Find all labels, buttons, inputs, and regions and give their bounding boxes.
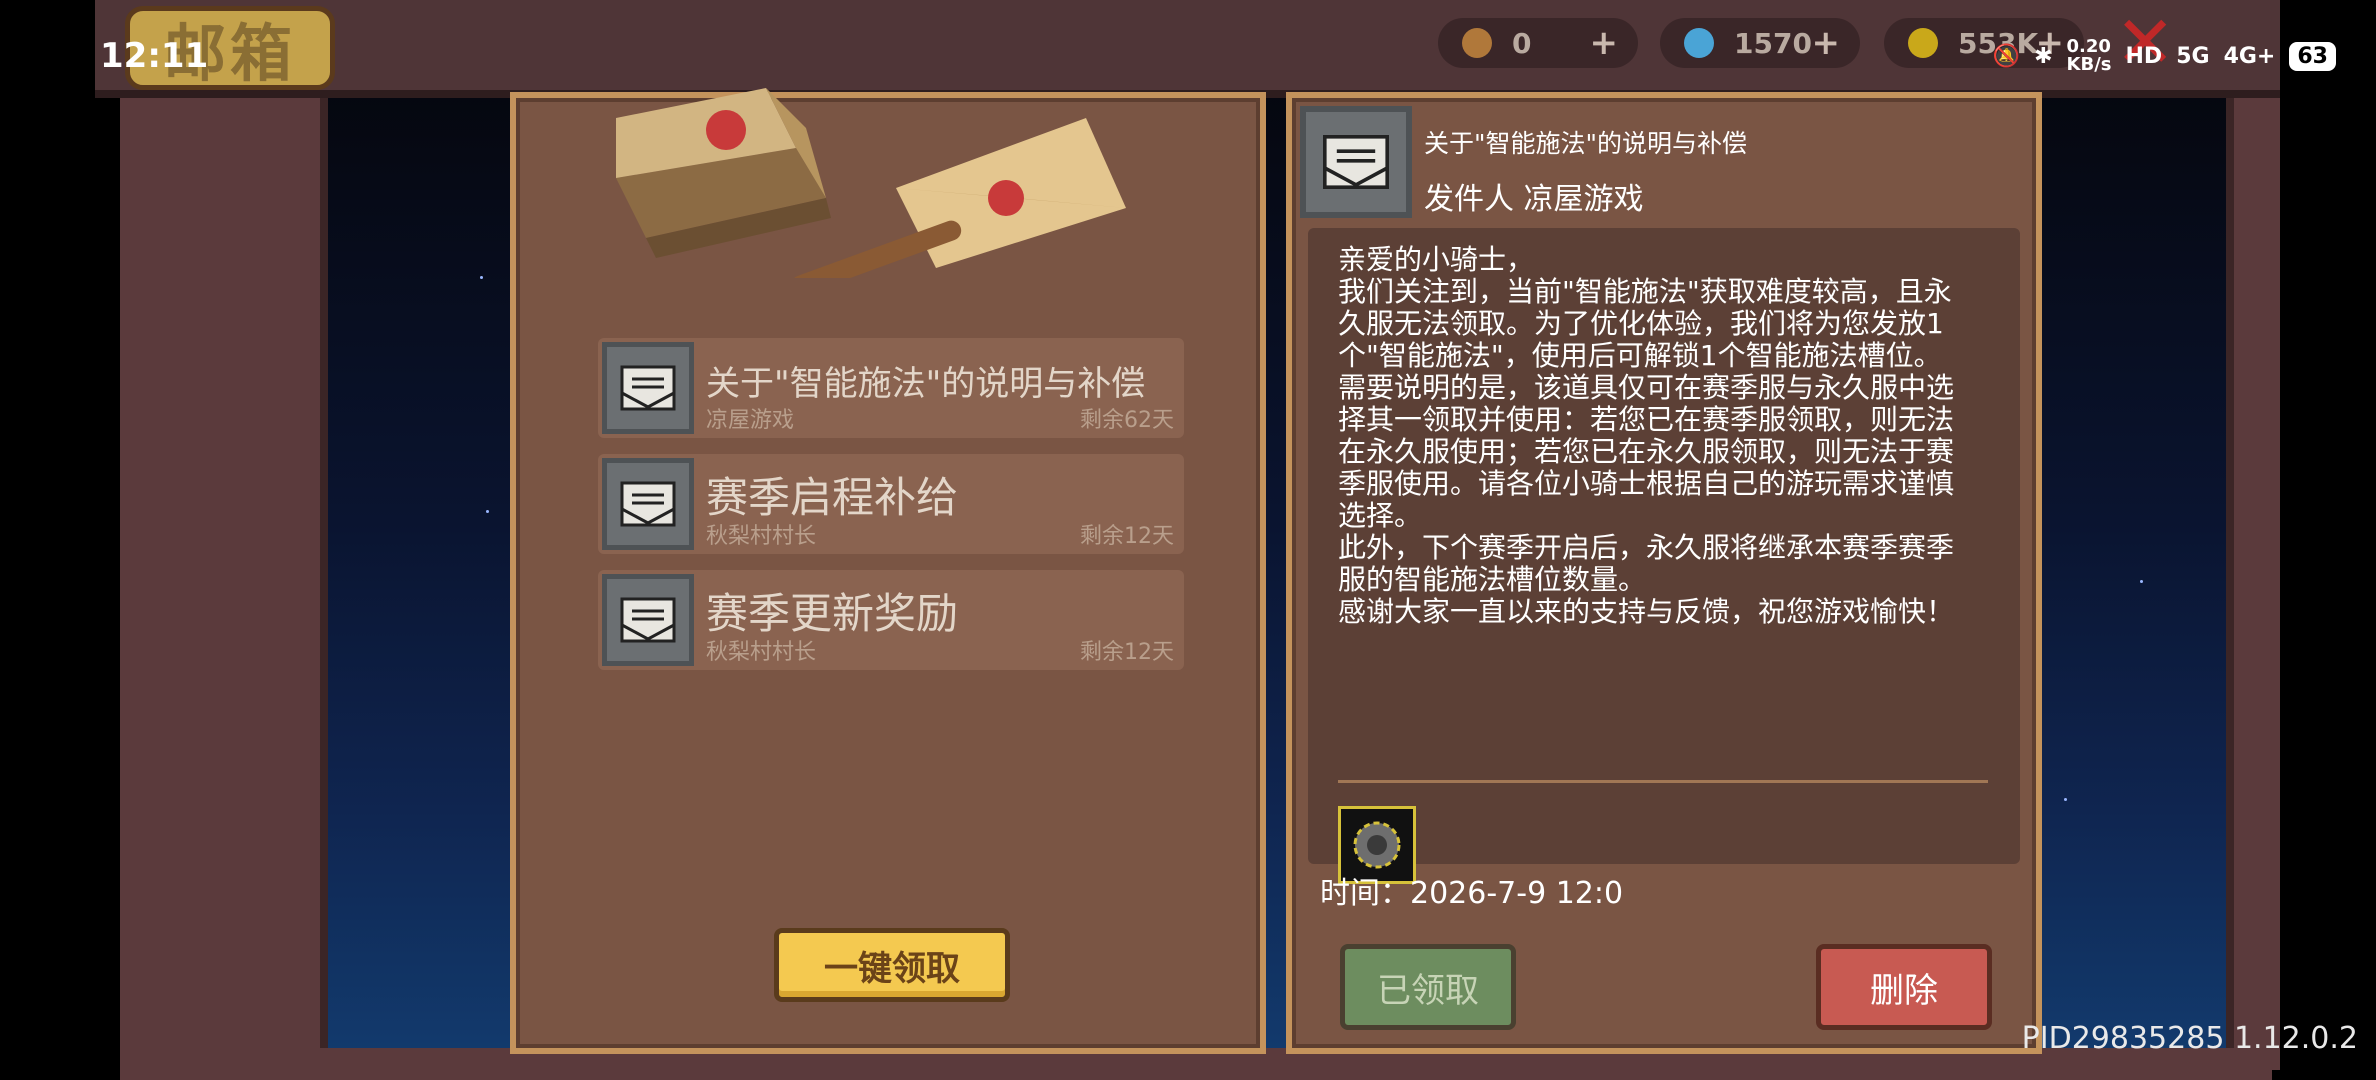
detail-title: 关于"智能施法"的说明与补偿 <box>1424 129 1747 158</box>
delete-button[interactable]: 删除 <box>1816 944 1992 1030</box>
body-paragraph: 感谢大家一直以来的支持与反馈，祝您游戏愉快！ <box>1338 595 1955 628</box>
body-paragraph: 亲爱的小骑士， <box>1338 243 1535 276</box>
version-label: PID29835285 1.12.0.2 <box>2021 1021 2358 1056</box>
gem-count: 1570 <box>1734 26 1812 60</box>
mail-body: 亲爱的小骑士， 我们关注到，当前"智能施法"获取难度较高，且永久服无法领取。为了… <box>1308 228 2020 884</box>
coin-count: 553K <box>1958 26 2039 60</box>
mail-icon <box>602 574 694 666</box>
frame-right <box>2226 80 2280 1070</box>
add-coins-button[interactable]: + <box>2036 23 2065 63</box>
coin-icon <box>1908 28 1938 58</box>
mail-item[interactable]: 关于"智能施法"的说明与补偿 凉屋游戏 剩余62天 <box>598 338 1184 438</box>
resource-gems: 1570 + <box>1660 18 1860 68</box>
mail-time: 时间：2026-7-9 12:0 <box>1320 876 1624 911</box>
mail-remaining-days: 剩余12天 <box>1080 640 1174 665</box>
mail-list-panel: 关于"智能施法"的说明与补偿 凉屋游戏 剩余62天 赛季启程补给 秋梨村村长 剩… <box>510 88 1266 1054</box>
claimed-button[interactable]: 已领取 <box>1340 944 1516 1030</box>
mail-item[interactable]: 赛季启程补给 秋梨村村长 剩余12天 <box>598 454 1184 554</box>
mail-icon <box>1300 106 1412 218</box>
gem-icon <box>1684 28 1714 58</box>
mail-sender: 秋梨村村长 <box>706 640 817 665</box>
resource-material: 0 + <box>1438 18 1638 68</box>
material-icon <box>1462 28 1492 58</box>
body-paragraph: 需要说明的是，该道具仅可在赛季服与永久服中选择其一领取并使用：若您已在赛季服领取… <box>1338 371 1955 532</box>
battery-icon: 63 <box>2289 41 2336 71</box>
mail-icon <box>602 458 694 550</box>
mail-remaining-days: 剩余12天 <box>1080 524 1174 549</box>
material-count: 0 <box>1512 26 1532 60</box>
mail-remaining-days: 剩余62天 <box>1080 408 1174 433</box>
resource-coins: 553K + <box>1884 18 2084 68</box>
body-paragraph: 此外，下个赛季开启后，永久服将继承本赛季赛季服的智能施法槽位数量。 <box>1338 531 1955 596</box>
mail-icon <box>602 342 694 434</box>
body-paragraph: 我们关注到，当前"智能施法"获取难度较高，且永久服无法领取。为了优化体验，我们将… <box>1338 275 1952 372</box>
mail-sender: 秋梨村村长 <box>706 524 817 549</box>
detail-sender: 发件人 凉屋游戏 <box>1424 182 1644 217</box>
mail-sender: 凉屋游戏 <box>706 408 795 433</box>
close-icon[interactable]: ✕ <box>2115 0 2175 84</box>
mail-title: 关于"智能施法"的说明与补偿 <box>706 364 1146 404</box>
mail-package-illustration <box>616 88 1126 278</box>
mail-title: 赛季更新奖励 <box>706 589 959 638</box>
mail-title: 赛季启程补给 <box>706 473 959 522</box>
divider <box>1338 780 1988 783</box>
add-gems-button[interactable]: + <box>1812 23 1841 63</box>
mail-item[interactable]: 赛季更新奖励 秋梨村村长 剩余12天 <box>598 570 1184 670</box>
claim-all-button[interactable]: 一键领取 <box>774 928 1010 1002</box>
mailbox-title: 邮箱 <box>125 6 335 90</box>
mail-detail-panel: 关于"智能施法"的说明与补偿 发件人 凉屋游戏 亲爱的小骑士， 我们关注到，当前… <box>1286 92 2042 1054</box>
add-material-button[interactable]: + <box>1590 23 1619 63</box>
gear-icon <box>1353 821 1401 869</box>
frame-left <box>120 80 328 1070</box>
